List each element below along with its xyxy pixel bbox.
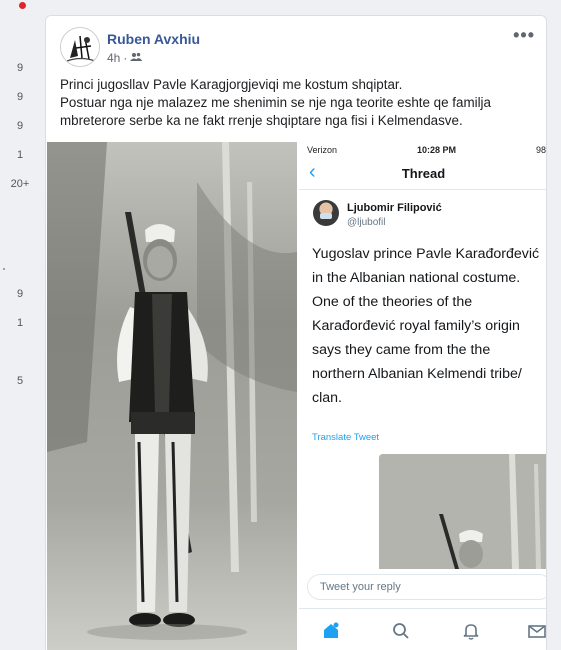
gutter-count: 1 [16,317,24,329]
gutter-count: 9 [16,120,24,132]
post-meta: 4h · [107,51,143,65]
battery-level: 98 [535,145,546,155]
tweet-text-line: Karađorđević royal family’s origin [312,318,520,334]
tweet-author-name[interactable]: Ljubomir Filipović [347,202,442,214]
phone-status-bar: Verizon 10:28 PM 98 [299,142,546,158]
post-text-line: Postuar nga nje malazez me shenimin se n… [60,95,491,128]
meta-separator: · [123,51,128,65]
tweet-text-line: says they came from the the [312,342,491,358]
gutter-count: 1 [16,149,24,161]
thread-header: ‹ Thread [299,160,546,190]
post-text: Princi jugosllav Pavle Karagjorgjeviqi m… [60,76,540,130]
post-card: Ruben Avxhiu 4h · ••• Princi jugosllav P… [45,15,547,650]
carrier-label: Verizon [307,145,338,155]
gutter-dot [3,268,5,270]
tweet-reply-input[interactable]: Tweet your reply [307,574,546,600]
boy-photo[interactable] [47,142,297,650]
friends-icon[interactable] [130,51,143,65]
notification-dot [19,2,26,9]
author-avatar[interactable] [60,27,100,67]
tweet-text-line: clan. [312,390,342,406]
gutter-count: 5 [16,375,24,387]
home-icon[interactable] [321,621,341,641]
author-name[interactable]: Ruben Avxhiu [107,31,200,47]
gutter-count: 9 [16,62,24,74]
messages-icon[interactable] [527,621,546,641]
status-time: 10:28 PM [417,145,457,155]
tweet-image[interactable] [379,454,546,569]
gutter-count: 9 [16,288,24,300]
tweet-text-line: Yugoslav prince Pavle Karađorđević [312,246,540,262]
reply-placeholder: Tweet your reply [320,581,401,593]
translate-tweet-link[interactable]: Translate Tweet [312,432,379,443]
tweet-text-line: One of the theories of the [312,294,473,310]
tweet-author-avatar[interactable] [313,200,339,226]
tweet-author-handle[interactable]: @ljubofil [347,217,386,228]
tweet-text-line: in the Albanian national costume. [312,270,521,286]
gutter-count: 20+ [10,178,30,190]
tweet-text: Yugoslav prince Pavle Karađorđević in th… [312,242,546,410]
left-gutter: 9 9 9 1 20+ 9 1 5 [0,0,40,650]
post-time[interactable]: 4h [107,51,120,65]
tweet-text-line: northern Albanian Kelmendi tribe/ [312,366,522,382]
post-text-line: Princi jugosllav Pavle Karagjorgjeviqi m… [60,77,403,92]
notifications-icon[interactable] [461,621,481,641]
thread-title: Thread [401,166,446,181]
twitter-bottom-nav [299,608,546,650]
more-options-icon[interactable]: ••• [513,25,535,46]
search-icon[interactable] [391,621,411,641]
tweet-screenshot[interactable]: Verizon 10:28 PM 98 ‹ Thread Ljubomir Fi… [299,142,546,650]
gutter-count: 9 [16,91,24,103]
